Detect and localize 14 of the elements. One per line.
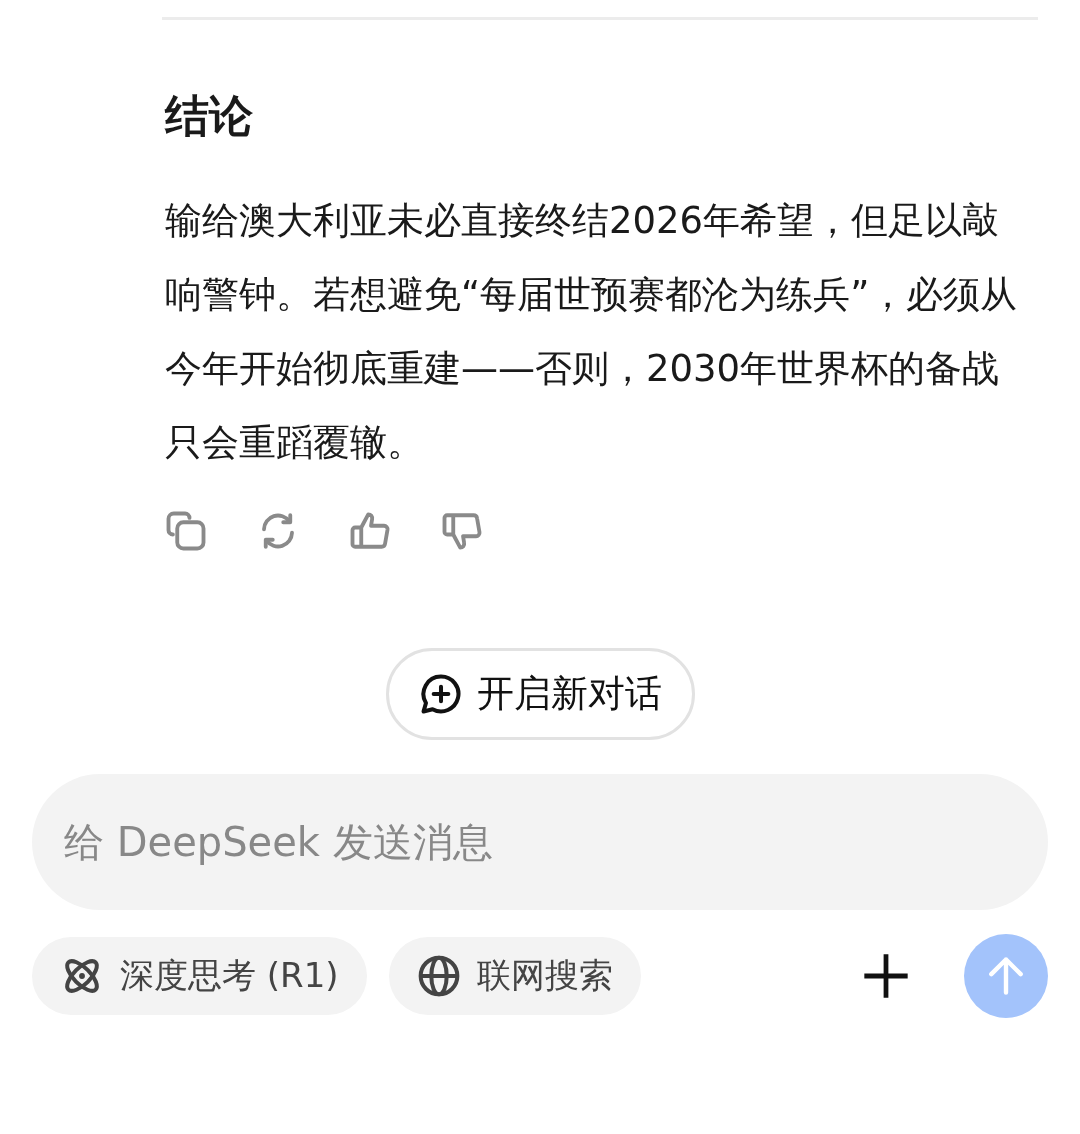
section-heading: 结论 xyxy=(165,89,254,143)
copy-button[interactable] xyxy=(165,510,207,552)
thumbs-up-icon xyxy=(349,510,391,552)
chat-plus-icon xyxy=(418,672,463,716)
copy-icon xyxy=(165,510,207,552)
deep-think-toggle[interactable]: 深度思考 (R1) xyxy=(32,937,367,1015)
dislike-button[interactable] xyxy=(441,510,483,552)
answer-paragraph: 输给澳大利亚未必直接终结2026年希望，但足以敲响警钟。若想避免“每届世预赛都沦为练兵”，必须从今年开始彻底重建——否则，2030年世界杯的备战只会重蹈覆辙。 xyxy=(165,198,1019,466)
web-search-toggle[interactable]: 联网搜索 xyxy=(388,937,641,1015)
globe-icon xyxy=(416,954,461,998)
thumbs-down-icon xyxy=(441,510,483,552)
like-button[interactable] xyxy=(349,510,391,552)
message-input[interactable]: 给 DeepSeek 发送消息 xyxy=(32,774,1048,910)
new-chat-button[interactable]: 开启新对话 xyxy=(385,648,695,740)
